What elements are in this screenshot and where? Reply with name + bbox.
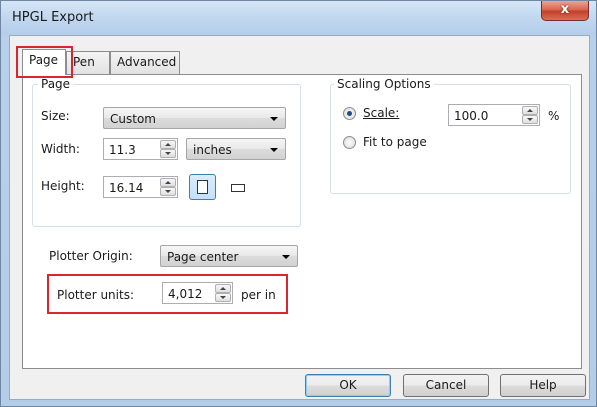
- help-button-label: Help: [529, 378, 557, 392]
- tab-advanced[interactable]: Advanced: [110, 51, 180, 74]
- plotter-units-spinbox[interactable]: 4,012: [162, 282, 233, 304]
- fit-to-page-label: Fit to page: [363, 135, 427, 149]
- plotter-origin-value: Page center: [167, 250, 239, 264]
- height-label: Height:: [41, 179, 85, 193]
- scale-spinbox[interactable]: 100.0: [448, 104, 540, 126]
- plotter-origin-select[interactable]: Page center: [160, 245, 298, 267]
- units-select[interactable]: inches: [186, 138, 286, 160]
- units-up-arrow-icon[interactable]: [215, 284, 231, 293]
- plotter-units-value: 4,012: [168, 287, 203, 301]
- landscape-icon: [231, 184, 245, 192]
- dialog-body: Page Pen Advanced Page Size: Custom Widt…: [9, 35, 590, 400]
- height-up-arrow-icon[interactable]: [160, 178, 176, 187]
- chevron-down-icon: [270, 117, 278, 121]
- landscape-button[interactable]: [223, 174, 250, 200]
- plotter-units-label: Plotter units:: [57, 288, 134, 302]
- fit-to-page-radio[interactable]: [343, 136, 356, 149]
- tab-pen[interactable]: Pen: [66, 51, 110, 74]
- scale-label: Scale:: [363, 106, 400, 120]
- width-value: 11.3: [109, 143, 136, 157]
- tab-page-label: Page: [29, 53, 59, 67]
- portrait-icon: [197, 180, 208, 194]
- size-label: Size:: [41, 109, 70, 123]
- portrait-button[interactable]: [189, 174, 216, 200]
- width-up-arrow-icon[interactable]: [160, 140, 176, 149]
- plotter-units-suffix: per in: [241, 288, 276, 302]
- scale-unit: %: [548, 109, 560, 123]
- height-down-arrow-icon[interactable]: [160, 187, 176, 196]
- chevron-down-icon: [282, 255, 290, 259]
- page-group-legend: Page: [38, 77, 74, 91]
- tab-page[interactable]: Page: [22, 49, 66, 75]
- scale-up-arrow-icon[interactable]: [522, 106, 538, 115]
- ok-button-label: OK: [339, 378, 357, 392]
- window-title: HPGL Export: [12, 10, 94, 25]
- scale-value: 100.0: [454, 109, 489, 123]
- title-bar[interactable]: HPGL Export x: [1, 1, 596, 35]
- cancel-button-label: Cancel: [425, 378, 467, 392]
- scale-down-arrow-icon[interactable]: [522, 115, 538, 124]
- height-value: 16.14: [109, 181, 144, 195]
- units-select-value: inches: [193, 143, 232, 157]
- page-tab-panel: Page Size: Custom Width: 11.3 inches Hei…: [22, 74, 582, 369]
- help-button[interactable]: Help: [500, 374, 586, 397]
- chevron-down-icon: [270, 148, 278, 152]
- scale-radio[interactable]: [343, 107, 356, 120]
- units-down-arrow-icon[interactable]: [215, 293, 231, 302]
- hpgl-export-dialog: HPGL Export x Page Pen Advanced Page Siz…: [0, 0, 597, 407]
- tab-advanced-label: Advanced: [117, 55, 177, 69]
- plotter-origin-label: Plotter Origin:: [49, 249, 133, 263]
- width-spinbox[interactable]: 11.3: [103, 138, 178, 160]
- scaling-group-legend: Scaling Options: [334, 77, 434, 91]
- size-select-value: Custom: [110, 112, 156, 126]
- ok-button[interactable]: OK: [305, 374, 391, 397]
- tab-pen-label: Pen: [73, 55, 95, 69]
- height-spinbox[interactable]: 16.14: [103, 176, 178, 198]
- cancel-button[interactable]: Cancel: [403, 374, 489, 397]
- width-down-arrow-icon[interactable]: [160, 149, 176, 158]
- size-select[interactable]: Custom: [103, 107, 286, 129]
- close-icon: x: [560, 2, 570, 17]
- close-button[interactable]: x: [541, 1, 589, 21]
- width-label: Width:: [41, 142, 80, 156]
